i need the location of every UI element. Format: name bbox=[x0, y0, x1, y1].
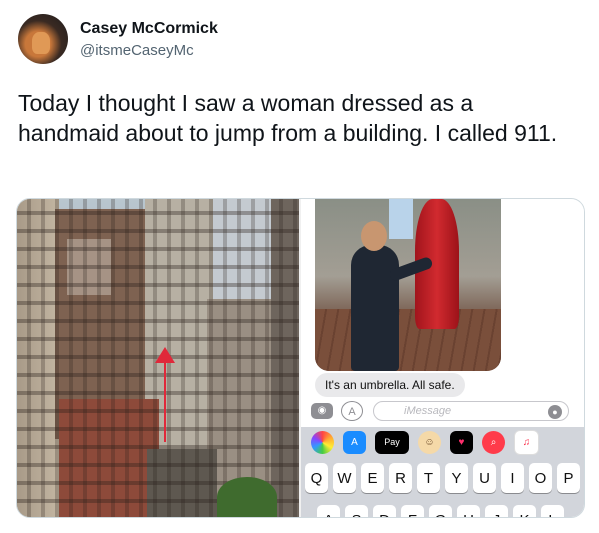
message-input-bar: ◉ A iMessage ● bbox=[301, 399, 584, 425]
key-u[interactable]: U bbox=[473, 463, 496, 493]
microphone-icon[interactable]: ● bbox=[548, 405, 562, 419]
key-s[interactable]: S bbox=[345, 505, 368, 517]
key-f[interactable]: F bbox=[401, 505, 424, 517]
app-store-app-icon[interactable]: A bbox=[343, 430, 366, 454]
keyboard-row-1: Q W E R T Y U I O P bbox=[305, 463, 580, 493]
app-store-icon[interactable]: A bbox=[341, 401, 363, 421]
imessage-input[interactable]: iMessage ● bbox=[373, 401, 569, 421]
key-q[interactable]: Q bbox=[305, 463, 328, 493]
tweet-media[interactable]: It's an umbrella. All safe. ◉ A iMessage… bbox=[16, 198, 585, 518]
key-r[interactable]: R bbox=[389, 463, 412, 493]
pay-label: Pay bbox=[384, 437, 400, 447]
key-a[interactable]: A bbox=[317, 505, 340, 517]
key-y[interactable]: Y bbox=[445, 463, 468, 493]
building-photo[interactable] bbox=[17, 199, 299, 517]
app-drawer: A Pay ☺ ♥ ⌕ ♫ bbox=[301, 427, 584, 457]
apple-pay-app-icon[interactable]: Pay bbox=[375, 430, 409, 454]
trees bbox=[217, 477, 277, 517]
key-d[interactable]: D bbox=[373, 505, 396, 517]
key-k[interactable]: K bbox=[513, 505, 536, 517]
key-h[interactable]: H bbox=[457, 505, 480, 517]
image-search-app-icon[interactable]: ⌕ bbox=[482, 430, 505, 454]
message-bubble: It's an umbrella. All safe. bbox=[315, 373, 465, 397]
red-arrow-shaft bbox=[164, 354, 166, 442]
tweet-header: Casey McCormick @itsmeCaseyMc bbox=[18, 14, 218, 64]
tweet-text: Today I thought I saw a woman dressed as… bbox=[18, 90, 558, 146]
message-photo[interactable] bbox=[315, 199, 501, 371]
photos-app-icon[interactable] bbox=[311, 430, 334, 454]
key-g[interactable]: G bbox=[429, 505, 452, 517]
digital-touch-app-icon[interactable]: ♥ bbox=[450, 430, 473, 454]
key-w[interactable]: W bbox=[333, 463, 356, 493]
camera-icon[interactable]: ◉ bbox=[311, 403, 333, 419]
sky bbox=[389, 199, 413, 239]
keyboard: Q W E R T Y U I O P A S D F G H J K L bbox=[301, 457, 584, 517]
author-names: Casey McCormick @itsmeCaseyMc bbox=[80, 19, 218, 60]
key-e[interactable]: E bbox=[361, 463, 384, 493]
display-name[interactable]: Casey McCormick bbox=[80, 19, 218, 38]
key-t[interactable]: T bbox=[417, 463, 440, 493]
key-l[interactable]: L bbox=[541, 505, 564, 517]
imessage-placeholder: iMessage bbox=[404, 405, 452, 417]
music-app-icon[interactable]: ♫ bbox=[514, 429, 539, 455]
police-officer bbox=[351, 245, 399, 371]
red-arrow-icon bbox=[155, 347, 175, 363]
wooden-deck bbox=[315, 309, 501, 371]
keyboard-row-2: A S D F G H J K L bbox=[317, 505, 564, 517]
key-o[interactable]: O bbox=[529, 463, 552, 493]
officer-head bbox=[361, 221, 387, 251]
key-i[interactable]: I bbox=[501, 463, 524, 493]
messages-screenshot[interactable]: It's an umbrella. All safe. ◉ A iMessage… bbox=[301, 199, 584, 517]
key-j[interactable]: J bbox=[485, 505, 508, 517]
memoji-app-icon[interactable]: ☺ bbox=[418, 430, 441, 454]
user-handle[interactable]: @itsmeCaseyMc bbox=[80, 41, 218, 60]
key-p[interactable]: P bbox=[557, 463, 580, 493]
avatar[interactable] bbox=[18, 14, 68, 64]
